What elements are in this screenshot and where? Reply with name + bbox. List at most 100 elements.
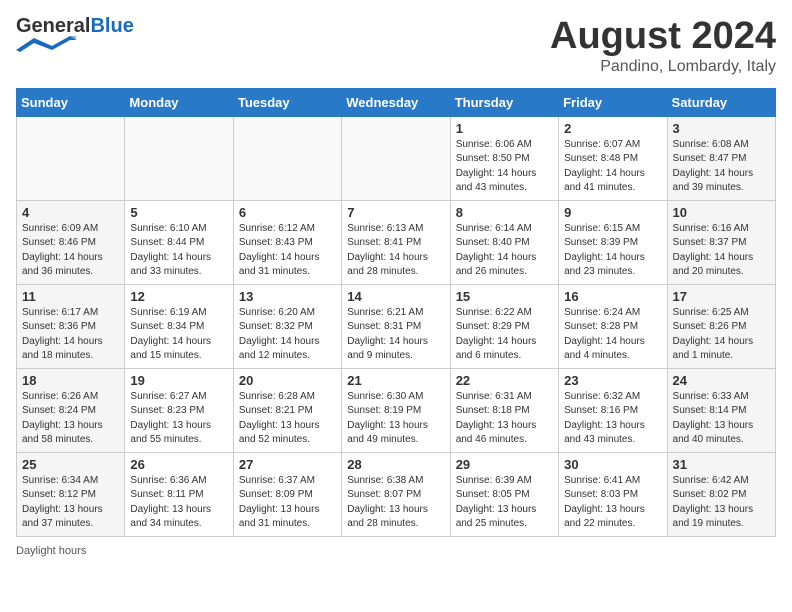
day-detail: Sunrise: 6:16 AM Sunset: 8:37 PM Dayligh… [673, 222, 770, 280]
day-detail: Sunrise: 6:25 AM Sunset: 8:26 PM Dayligh… [673, 306, 770, 364]
day-number: 13 [239, 289, 336, 304]
day-number: 3 [673, 121, 770, 136]
day-detail: Sunrise: 6:37 AM Sunset: 8:09 PM Dayligh… [239, 474, 336, 532]
calendar-cell: 29Sunrise: 6:39 AM Sunset: 8:05 PM Dayli… [450, 452, 558, 536]
day-detail: Sunrise: 6:34 AM Sunset: 8:12 PM Dayligh… [22, 474, 119, 532]
daylight-label: Daylight hours [16, 545, 86, 557]
day-detail: Sunrise: 6:32 AM Sunset: 8:16 PM Dayligh… [564, 390, 661, 448]
day-detail: Sunrise: 6:08 AM Sunset: 8:47 PM Dayligh… [673, 138, 770, 196]
logo-blue: Blue [90, 15, 133, 37]
day-detail: Sunrise: 6:06 AM Sunset: 8:50 PM Dayligh… [456, 138, 553, 196]
calendar-header: Sunday Monday Tuesday Wednesday Thursday… [17, 88, 776, 116]
location: Pandino, Lombardy, Italy [550, 58, 776, 76]
day-number: 30 [564, 457, 661, 472]
day-number: 8 [456, 205, 553, 220]
calendar-cell: 5Sunrise: 6:10 AM Sunset: 8:44 PM Daylig… [125, 200, 233, 284]
day-number: 10 [673, 205, 770, 220]
calendar-cell [125, 116, 233, 200]
day-number: 18 [22, 373, 119, 388]
calendar-cell: 12Sunrise: 6:19 AM Sunset: 8:34 PM Dayli… [125, 284, 233, 368]
calendar-cell: 24Sunrise: 6:33 AM Sunset: 8:14 PM Dayli… [667, 368, 775, 452]
day-detail: Sunrise: 6:21 AM Sunset: 8:31 PM Dayligh… [347, 306, 444, 364]
day-number: 16 [564, 289, 661, 304]
calendar-body: 1 Sunrise: 6:06 AM Sunset: 8:50 PM Daylig… [17, 116, 776, 536]
day-detail: Sunrise: 6:36 AM Sunset: 8:11 PM Dayligh… [130, 474, 227, 532]
logo-text: GeneralBlue [16, 16, 134, 36]
calendar-cell: 1 Sunrise: 6:06 AM Sunset: 8:50 PM Daylig… [450, 116, 558, 200]
day-detail: Sunrise: 6:28 AM Sunset: 8:21 PM Dayligh… [239, 390, 336, 448]
logo: GeneralBlue [16, 16, 134, 57]
calendar-cell: 14Sunrise: 6:21 AM Sunset: 8:31 PM Dayli… [342, 284, 450, 368]
footer-note: Daylight hours [16, 545, 776, 557]
day-number: 5 [130, 205, 227, 220]
calendar-cell: 28 Sunrise: 6:38 AM Sunset: 8:07 PM Dayli… [342, 452, 450, 536]
day-number: 26 [130, 457, 227, 472]
calendar-cell [342, 116, 450, 200]
calendar-cell: 22Sunrise: 6:31 AM Sunset: 8:18 PM Dayli… [450, 368, 558, 452]
calendar-week-1: 4Sunrise: 6:09 AM Sunset: 8:46 PM Daylig… [17, 200, 776, 284]
logo-general: General [16, 15, 90, 37]
calendar-cell: 30 Sunrise: 6:41 AM Sunset: 8:03 PM Dayli… [559, 452, 667, 536]
calendar-cell: 16Sunrise: 6:24 AM Sunset: 8:28 PM Dayli… [559, 284, 667, 368]
day-number: 17 [673, 289, 770, 304]
day-detail: Sunrise: 6:26 AM Sunset: 8:24 PM Dayligh… [22, 390, 119, 448]
header-friday: Friday [559, 88, 667, 116]
day-number: 19 [130, 373, 227, 388]
day-detail: Sunrise: 6:39 AM Sunset: 8:05 PM Dayligh… [456, 474, 553, 532]
day-detail: Sunrise: 6:20 AM Sunset: 8:32 PM Dayligh… [239, 306, 336, 364]
calendar-cell: 27 Sunrise: 6:37 AM Sunset: 8:09 PM Dayli… [233, 452, 341, 536]
calendar-week-2: 11Sunrise: 6:17 AM Sunset: 8:36 PM Dayli… [17, 284, 776, 368]
header-monday: Monday [125, 88, 233, 116]
calendar-cell: 20 Sunrise: 6:28 AM Sunset: 8:21 PM Dayli… [233, 368, 341, 452]
day-detail: Sunrise: 6:12 AM Sunset: 8:43 PM Dayligh… [239, 222, 336, 280]
day-number: 9 [564, 205, 661, 220]
day-detail: Sunrise: 6:15 AM Sunset: 8:39 PM Dayligh… [564, 222, 661, 280]
day-detail: Sunrise: 6:30 AM Sunset: 8:19 PM Dayligh… [347, 390, 444, 448]
day-number: 1 [456, 121, 553, 136]
calendar-cell: 21 Sunrise: 6:30 AM Sunset: 8:19 PM Dayli… [342, 368, 450, 452]
day-number: 23 [564, 373, 661, 388]
day-number: 2 [564, 121, 661, 136]
day-number: 7 [347, 205, 444, 220]
calendar-table: Sunday Monday Tuesday Wednesday Thursday… [16, 88, 776, 537]
day-number: 27 [239, 457, 336, 472]
day-number: 28 [347, 457, 444, 472]
calendar-cell: 10 Sunrise: 6:16 AM Sunset: 8:37 PM Dayli… [667, 200, 775, 284]
calendar-cell: 11Sunrise: 6:17 AM Sunset: 8:36 PM Dayli… [17, 284, 125, 368]
day-detail: Sunrise: 6:07 AM Sunset: 8:48 PM Dayligh… [564, 138, 661, 196]
calendar-cell: 19 Sunrise: 6:27 AM Sunset: 8:23 PM Dayli… [125, 368, 233, 452]
header-thursday: Thursday [450, 88, 558, 116]
day-number: 21 [347, 373, 444, 388]
calendar-cell: 7 Sunrise: 6:13 AM Sunset: 8:41 PM Daylig… [342, 200, 450, 284]
day-number: 12 [130, 289, 227, 304]
day-number: 20 [239, 373, 336, 388]
day-detail: Sunrise: 6:27 AM Sunset: 8:23 PM Dayligh… [130, 390, 227, 448]
header-tuesday: Tuesday [233, 88, 341, 116]
day-number: 25 [22, 457, 119, 472]
calendar-week-3: 18 Sunrise: 6:26 AM Sunset: 8:24 PM Dayli… [17, 368, 776, 452]
day-detail: Sunrise: 6:13 AM Sunset: 8:41 PM Dayligh… [347, 222, 444, 280]
header-wednesday: Wednesday [342, 88, 450, 116]
month-title: August 2024 [550, 16, 776, 58]
calendar-cell: 17 Sunrise: 6:25 AM Sunset: 8:26 PM Dayli… [667, 284, 775, 368]
calendar-cell: 3 Sunrise: 6:08 AM Sunset: 8:47 PM Daylig… [667, 116, 775, 200]
logo-icon [16, 36, 76, 52]
calendar-cell: 31Sunrise: 6:42 AM Sunset: 8:02 PM Dayli… [667, 452, 775, 536]
page-header: GeneralBlue August 2024 Pandino, Lombard… [16, 16, 776, 76]
calendar-cell: 2 Sunrise: 6:07 AM Sunset: 8:48 PM Daylig… [559, 116, 667, 200]
calendar-cell: 25 Sunrise: 6:34 AM Sunset: 8:12 PM Dayli… [17, 452, 125, 536]
day-number: 22 [456, 373, 553, 388]
calendar-cell: 6Sunrise: 6:12 AM Sunset: 8:43 PM Daylig… [233, 200, 341, 284]
day-detail: Sunrise: 6:38 AM Sunset: 8:07 PM Dayligh… [347, 474, 444, 532]
day-detail: Sunrise: 6:33 AM Sunset: 8:14 PM Dayligh… [673, 390, 770, 448]
day-detail: Sunrise: 6:09 AM Sunset: 8:46 PM Dayligh… [22, 222, 119, 280]
day-detail: Sunrise: 6:41 AM Sunset: 8:03 PM Dayligh… [564, 474, 661, 532]
calendar-cell: 18 Sunrise: 6:26 AM Sunset: 8:24 PM Dayli… [17, 368, 125, 452]
calendar-cell: 9 Sunrise: 6:15 AM Sunset: 8:39 PM Daylig… [559, 200, 667, 284]
day-number: 31 [673, 457, 770, 472]
header-saturday: Saturday [667, 88, 775, 116]
calendar-cell: 23 Sunrise: 6:32 AM Sunset: 8:16 PM Dayli… [559, 368, 667, 452]
day-detail: Sunrise: 6:14 AM Sunset: 8:40 PM Dayligh… [456, 222, 553, 280]
title-block: August 2024 Pandino, Lombardy, Italy [550, 16, 776, 76]
header-sunday: Sunday [17, 88, 125, 116]
